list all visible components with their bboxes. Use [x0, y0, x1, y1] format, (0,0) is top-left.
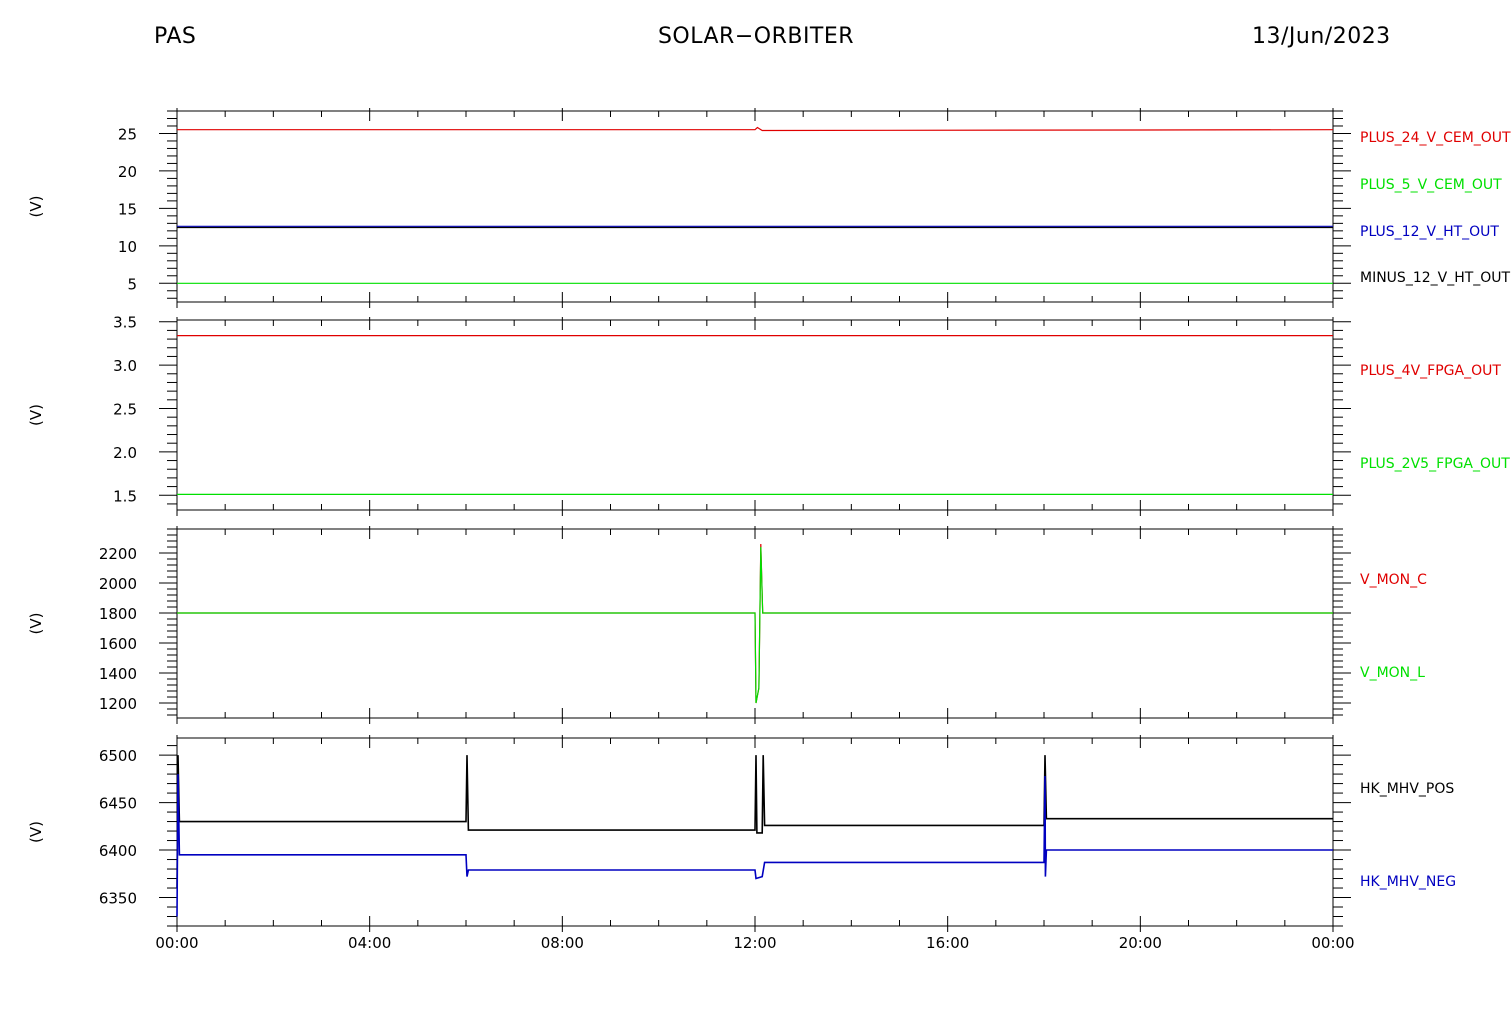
- x-tick-label: 16:00: [926, 934, 969, 952]
- y-tick-label: 2200: [99, 545, 137, 563]
- y-tick-label: 6450: [99, 795, 137, 813]
- x-tick-label: 04:00: [348, 934, 391, 952]
- y-axis-label: (V): [27, 821, 45, 843]
- y-tick-label: 2.5: [113, 400, 137, 418]
- y-tick-label: 1200: [99, 695, 137, 713]
- y-tick-label: 1400: [99, 665, 137, 683]
- series-legend-label: PLUS_12_V_HT_OUT: [1360, 224, 1499, 240]
- y-tick-label: 1800: [99, 605, 137, 623]
- series-legend-label: V_MON_C: [1360, 572, 1427, 588]
- series-legend-label: HK_MHV_POS: [1360, 781, 1454, 797]
- series-legend-label: PLUS_2V5_FPGA_OUT: [1360, 456, 1510, 472]
- y-tick-label: 15: [118, 200, 137, 218]
- y-axis-label: (V): [27, 613, 45, 635]
- series-line: [177, 126, 1334, 132]
- series-legend-label: V_MON_L: [1360, 665, 1425, 681]
- x-tick-label: 20:00: [1119, 934, 1162, 952]
- y-tick-label: 2000: [99, 575, 137, 593]
- series-legend-label: MINUS_12_V_HT_OUT: [1360, 270, 1511, 286]
- housekeeping-chart: 5 10 15 20 25 (V) PLUS_24_V_CEM_OUT PLUS_5_V_CE…: [27, 108, 1511, 952]
- series-legend-label: PLUS_5_V_CEM_OUT: [1360, 177, 1502, 193]
- x-tick-label: 08:00: [541, 934, 584, 952]
- y-tick-label: 20: [118, 163, 137, 181]
- y-axis-label: (V): [27, 196, 45, 218]
- series-legend-label: HK_MHV_NEG: [1360, 874, 1456, 890]
- y-tick-label: 6400: [99, 842, 137, 860]
- series-legend-label: PLUS_24_V_CEM_OUT: [1360, 130, 1511, 146]
- x-tick-label: 00:00: [1311, 934, 1354, 952]
- y-tick-label: 1600: [99, 635, 137, 653]
- y-tick-label: 10: [118, 238, 137, 256]
- series-line: [176, 755, 1333, 889]
- y-tick-label: 3.5: [113, 314, 137, 332]
- y-tick-label: 25: [118, 125, 137, 143]
- x-tick-label: 12:00: [733, 934, 776, 952]
- series-legend-label: PLUS_4V_FPGA_OUT: [1360, 363, 1501, 379]
- y-tick-label: 5: [127, 275, 137, 293]
- y-tick-label: 6350: [99, 890, 137, 908]
- series-line: [177, 546, 1333, 704]
- y-tick-label: 3.0: [113, 357, 137, 375]
- x-tick-label: 00:00: [155, 934, 198, 952]
- y-tick-label: 6500: [99, 747, 137, 765]
- y-tick-label: 2.0: [113, 444, 137, 462]
- y-tick-label: 1.5: [113, 487, 137, 505]
- y-axis-label: (V): [27, 404, 45, 426]
